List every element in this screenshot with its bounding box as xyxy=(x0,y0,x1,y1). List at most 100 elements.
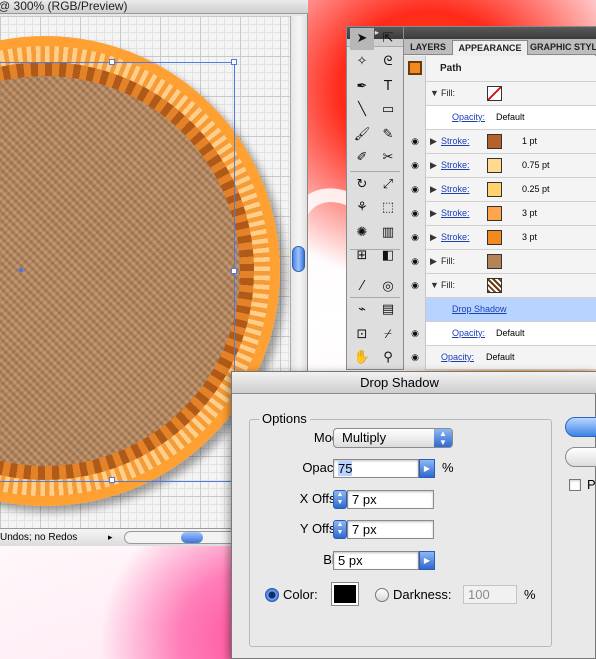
shadow-color-swatch[interactable] xyxy=(331,582,359,606)
free-transform-icon[interactable]: ⬚ xyxy=(376,197,400,219)
eyedropper-icon[interactable]: ⁄ xyxy=(350,276,374,298)
eye-icon[interactable]: ◉ xyxy=(409,161,421,170)
stroke-label[interactable]: Stroke: xyxy=(441,136,470,146)
stroke-swatch[interactable] xyxy=(487,182,502,197)
stroke-swatch[interactable] xyxy=(487,206,502,221)
stroke-label[interactable]: Stroke: xyxy=(441,232,470,242)
appearance-row-stroke[interactable]: ◉ ▶ Stroke: 3 pt xyxy=(404,202,596,226)
horizontal-scroll-thumb[interactable] xyxy=(181,532,203,543)
appearance-row-stroke[interactable]: ◉ ▶ Stroke: 0.75 pt xyxy=(404,154,596,178)
fill-swatch[interactable] xyxy=(487,86,502,101)
stroke-swatch[interactable] xyxy=(487,230,502,245)
appearance-row-opacity[interactable]: Opacity: Default xyxy=(404,106,596,130)
appearance-row-fill[interactable]: ▼ Fill: xyxy=(404,82,596,106)
fill-swatch[interactable] xyxy=(487,278,502,293)
opacity-top-label[interactable]: Opacity: xyxy=(441,352,474,362)
warp-icon[interactable]: ⚘ xyxy=(350,197,374,219)
rotate-icon[interactable]: ↻ xyxy=(350,174,374,196)
zoom-icon[interactable]: ⚲ xyxy=(376,347,400,369)
blend-icon[interactable]: ◎ xyxy=(376,276,400,298)
preview-checkbox[interactable] xyxy=(569,479,581,491)
direct-selection-icon[interactable]: ⇱ xyxy=(376,28,400,50)
type-icon[interactable]: T xyxy=(376,76,400,98)
fill-swatch[interactable] xyxy=(487,254,502,269)
knife-icon[interactable]: ⌿ xyxy=(376,324,400,346)
stroke-swatch[interactable] xyxy=(487,134,502,149)
eye-icon[interactable]: ◉ xyxy=(409,353,421,362)
column-graph-icon[interactable]: ▥ xyxy=(376,222,400,244)
color-radio[interactable] xyxy=(265,588,279,602)
stroke-label[interactable]: Stroke: xyxy=(441,208,470,218)
eye-icon[interactable]: ◉ xyxy=(409,137,421,146)
eraser-icon[interactable]: ✂ xyxy=(376,147,400,169)
disclosure-closed-icon[interactable]: ▶ xyxy=(430,184,437,195)
disclosure-closed-icon[interactable]: ▶ xyxy=(430,160,437,171)
eye-icon[interactable]: ◉ xyxy=(409,185,421,194)
opacity-input[interactable]: 75 xyxy=(333,459,419,478)
selection-handle[interactable] xyxy=(231,268,237,274)
blur-popup-arrow-icon[interactable]: ▶ xyxy=(419,551,435,570)
pencil-icon[interactable]: ✎ xyxy=(376,124,400,146)
disclosure-closed-icon[interactable]: ▶ xyxy=(430,232,437,243)
x-offset-input[interactable]: 7 px xyxy=(347,490,434,509)
appearance-panel-titlebar[interactable] xyxy=(404,27,596,39)
scale-icon[interactable]: ⤢ xyxy=(376,174,400,196)
line-icon[interactable]: ╲ xyxy=(350,99,374,121)
disclosure-closed-icon[interactable]: ▶ xyxy=(430,208,437,219)
appearance-row-stroke[interactable]: ◉ ▶ Stroke: 0.25 pt xyxy=(404,178,596,202)
appearance-header-row[interactable]: Path xyxy=(404,56,596,82)
y-offset-stepper-icon[interactable]: ▲ ▼ xyxy=(333,520,347,539)
disclosure-open-icon[interactable]: ▼ xyxy=(430,280,439,290)
appearance-row-stroke[interactable]: ◉ ▶ Stroke: 3 pt xyxy=(404,226,596,250)
darkness-input[interactable]: 100 xyxy=(463,585,517,604)
opacity-label[interactable]: Opacity: xyxy=(452,112,485,122)
eye-icon[interactable]: ◉ xyxy=(409,281,421,290)
darkness-radio[interactable] xyxy=(375,588,389,602)
vertical-scroll-thumb[interactable] xyxy=(292,246,305,272)
eye-icon[interactable]: ◉ xyxy=(409,329,421,338)
disclosure-open-icon[interactable]: ▼ xyxy=(430,88,439,98)
x-offset-stepper-icon[interactable]: ▲ ▼ xyxy=(333,490,347,509)
appearance-row-opacity-top[interactable]: ◉ Opacity: Default xyxy=(404,346,596,370)
eye-icon[interactable]: ◉ xyxy=(409,257,421,266)
status-menu-arrow-icon[interactable]: ▸ xyxy=(108,529,113,545)
opacity-popup-arrow-icon[interactable]: ▶ xyxy=(419,459,435,478)
blur-input[interactable]: 5 px xyxy=(333,551,419,570)
pen-icon[interactable]: ✒ xyxy=(350,76,374,98)
disclosure-closed-icon[interactable]: ▶ xyxy=(430,256,437,267)
graph-icon[interactable]: ▤ xyxy=(376,299,400,321)
y-offset-input[interactable]: 7 px xyxy=(347,520,434,539)
paintbrush-icon[interactable]: 🖌 xyxy=(350,124,374,146)
selection-handle[interactable] xyxy=(231,59,237,65)
appearance-row-fill[interactable]: ◉ ▼ Fill: xyxy=(404,274,596,298)
tab-graphic-styles[interactable]: GRAPHIC STYLES xyxy=(530,40,596,55)
stroke-label[interactable]: Stroke: xyxy=(441,160,470,170)
disclosure-closed-icon[interactable]: ▶ xyxy=(430,136,437,147)
cancel-button[interactable] xyxy=(565,447,596,467)
appearance-row-stroke[interactable]: ◉ ▶ Stroke: 1 pt xyxy=(404,130,596,154)
document-titlebar[interactable]: @ 300% (RGB/Preview) xyxy=(0,0,308,14)
lasso-icon[interactable]: ᘓ xyxy=(376,51,400,73)
symbol-sprayer-icon[interactable]: ✺ xyxy=(350,222,374,244)
blob-brush-icon[interactable]: ✐ xyxy=(350,147,374,169)
appearance-row-fill[interactable]: ◉ ▶ Fill: xyxy=(404,250,596,274)
eye-icon[interactable]: ◉ xyxy=(409,233,421,242)
mode-select[interactable]: Multiply ▲ ▼ xyxy=(333,428,453,448)
stroke-swatch[interactable] xyxy=(487,158,502,173)
magic-wand-icon[interactable]: ✧ xyxy=(350,51,374,73)
opacity-label[interactable]: Opacity: xyxy=(452,328,485,338)
selection-handle[interactable] xyxy=(109,59,115,65)
tab-appearance[interactable]: APPEARANCE xyxy=(452,40,528,55)
ok-button[interactable] xyxy=(565,417,596,437)
selection-arrow-icon[interactable]: ➤ xyxy=(350,28,374,50)
slice-icon[interactable]: ⌁ xyxy=(350,299,374,321)
tab-layers[interactable]: LAYERS xyxy=(406,40,450,55)
appearance-row-effect[interactable]: Drop Shadow xyxy=(404,298,596,322)
selection-handle[interactable] xyxy=(109,477,115,483)
eye-icon[interactable]: ◉ xyxy=(409,209,421,218)
rectangle-icon[interactable]: ▭ xyxy=(376,99,400,121)
effect-label[interactable]: Drop Shadow xyxy=(452,304,507,314)
hand-icon[interactable]: ✋ xyxy=(350,347,374,369)
appearance-row-opacity[interactable]: ◉ Opacity: Default xyxy=(404,322,596,346)
stroke-label[interactable]: Stroke: xyxy=(441,184,470,194)
